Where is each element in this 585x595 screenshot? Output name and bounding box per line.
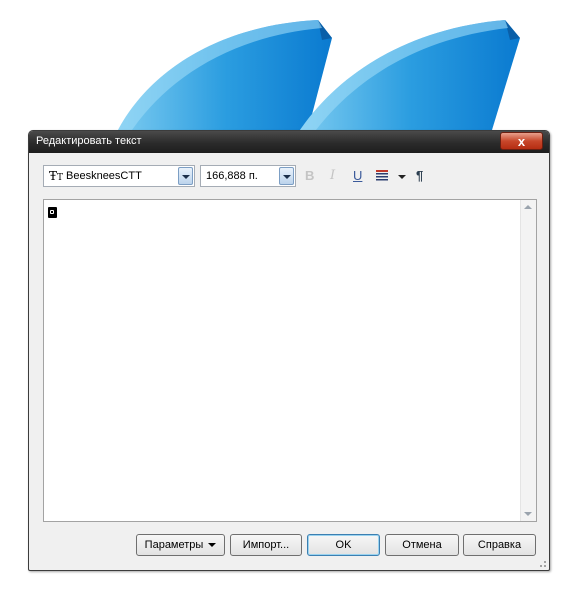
- scroll-up-icon[interactable]: [524, 205, 532, 209]
- import-label: Импорт...: [242, 539, 290, 551]
- font-name-select[interactable]: ŦT BeesknеesCTT: [43, 165, 195, 187]
- font-type-icon: ŦT: [49, 169, 64, 183]
- blue-shape-left: [118, 20, 332, 130]
- ok-button[interactable]: OK: [307, 534, 380, 556]
- align-dropdown-icon[interactable]: [398, 175, 406, 179]
- chevron-down-icon: [208, 543, 217, 548]
- text-editor-area[interactable]: [43, 199, 537, 522]
- cancel-label: Отмена: [402, 539, 442, 551]
- cancel-button[interactable]: Отмена: [385, 534, 459, 556]
- params-label: Параметры: [144, 539, 204, 551]
- chevron-down-icon[interactable]: [279, 167, 294, 185]
- italic-icon[interactable]: I: [330, 168, 335, 183]
- font-size-value: 166,888 п.: [206, 170, 258, 182]
- dialog-titlebar[interactable]: Редактировать текст x: [29, 131, 549, 153]
- edit-text-dialog: Редактировать текст x ŦT BeesknеesCTT 16…: [28, 130, 550, 571]
- help-button[interactable]: Справка: [463, 534, 536, 556]
- scroll-down-icon[interactable]: [524, 512, 532, 516]
- bold-icon[interactable]: B: [305, 168, 314, 183]
- paragraph-icon[interactable]: ¶: [416, 168, 423, 183]
- align-list-icon[interactable]: [376, 170, 390, 185]
- font-size-select[interactable]: 166,888 п.: [200, 165, 296, 187]
- resize-grip-icon[interactable]: [537, 558, 547, 568]
- ok-label: OK: [335, 539, 352, 551]
- params-button[interactable]: Параметры: [136, 534, 225, 556]
- dialog-title: Редактировать текст: [36, 135, 142, 147]
- close-button[interactable]: x: [500, 132, 543, 150]
- blue-shape-right: [300, 20, 520, 130]
- font-name-value: BeesknеesCTT: [66, 170, 142, 182]
- text-cursor-icon: [48, 207, 57, 218]
- import-button[interactable]: Импорт...: [230, 534, 302, 556]
- underline-icon[interactable]: U: [353, 168, 362, 183]
- vertical-scrollbar[interactable]: [520, 200, 536, 521]
- chevron-down-icon[interactable]: [178, 167, 193, 185]
- help-label: Справка: [477, 539, 522, 551]
- close-icon: x: [517, 134, 526, 149]
- text-toolbar: ŦT BeesknеesCTT 166,888 п. B I U ¶: [43, 165, 539, 189]
